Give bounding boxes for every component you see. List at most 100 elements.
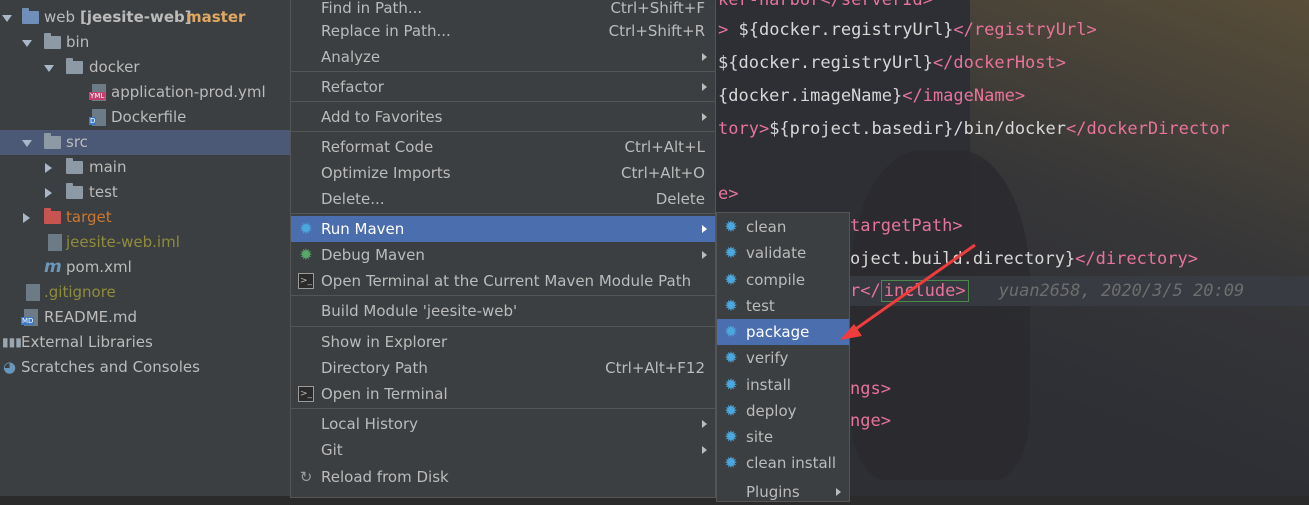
submenu-arrow-icon xyxy=(836,488,841,496)
tree-item-application-prod-yml[interactable]: YML application-prod.yml xyxy=(0,80,290,105)
project-tree: web [jeesite-web] master bin docker YML … xyxy=(0,0,290,496)
tree-item-label: test xyxy=(89,183,118,201)
tree-item-jeesite-web-iml[interactable]: jeesite-web.iml xyxy=(0,230,290,255)
tree-item-readme[interactable]: MD README.md xyxy=(0,305,290,330)
chevron-right-icon[interactable] xyxy=(45,188,52,198)
code-line: > ${docker.registryUrl}</registryUrl> xyxy=(718,20,1097,40)
menu-item-analyze[interactable]: Analyze xyxy=(291,44,715,70)
menu-item-open-terminal-maven[interactable]: >_ Open Terminal at the Current Maven Mo… xyxy=(291,268,715,294)
submenu-item-verify[interactable]: ✹ verify xyxy=(717,345,849,371)
menu-item-label: Open Terminal at the Current Maven Modul… xyxy=(321,272,692,290)
chevron-right-icon[interactable] xyxy=(45,163,52,173)
tree-item-pom-xml[interactable]: m pom.xml xyxy=(0,255,290,280)
submenu-item-install[interactable]: ✹ install xyxy=(717,372,849,398)
maven-goal-icon: ✹ xyxy=(724,296,738,315)
menu-item-show-in-explorer[interactable]: Show in Explorer xyxy=(291,329,715,355)
menu-item-label: Reload from Disk xyxy=(321,468,449,486)
tree-item-external-libraries[interactable]: ▮▮▮ External Libraries xyxy=(0,330,290,355)
tree-item-label: main xyxy=(89,158,127,176)
tree-item-label: .gitignore xyxy=(44,283,116,301)
submenu-item-test[interactable]: ✹ test xyxy=(717,293,849,319)
submenu-arrow-icon xyxy=(702,251,707,259)
tree-item-web[interactable]: web [jeesite-web] master xyxy=(0,5,290,30)
submenu-item-compile[interactable]: ✹ compile xyxy=(717,267,849,293)
submenu-item-package[interactable]: ✹ package xyxy=(717,319,849,345)
excluded-folder-icon xyxy=(44,208,61,224)
terminal-icon: >_ xyxy=(298,273,314,289)
tree-item-dockerfile[interactable]: D Dockerfile xyxy=(0,105,290,130)
submenu-item-label: clean install xyxy=(746,454,837,472)
tree-item-label: docker xyxy=(89,58,140,76)
iml-file-icon xyxy=(48,234,62,251)
maven-goal-icon: ✹ xyxy=(724,322,738,341)
tree-item-gitignore[interactable]: .gitignore xyxy=(0,280,290,305)
tree-item-bin[interactable]: bin xyxy=(0,30,290,55)
git-branch-label: master xyxy=(186,8,246,26)
menu-item-local-history[interactable]: Local History xyxy=(291,411,715,437)
submenu-item-label: package xyxy=(746,323,810,341)
submenu-item-site[interactable]: ✹ site xyxy=(717,424,849,450)
chevron-down-icon[interactable] xyxy=(22,140,32,147)
chevron-right-icon[interactable] xyxy=(23,213,30,223)
tree-item-scratches[interactable]: ◕ Scratches and Consoles xyxy=(0,355,290,380)
menu-item-add-to-favorites[interactable]: Add to Favorites xyxy=(291,104,715,130)
gitignore-file-icon xyxy=(26,284,40,301)
chevron-down-icon[interactable] xyxy=(2,15,12,22)
dockerfile-icon: D xyxy=(89,109,106,126)
tree-item-test[interactable]: test xyxy=(0,180,290,205)
submenu-item-deploy[interactable]: ✹ deploy xyxy=(717,398,849,424)
menu-separator xyxy=(291,213,715,214)
menu-item-refactor[interactable]: Refactor xyxy=(291,74,715,100)
menu-separator xyxy=(291,101,715,102)
tree-item-label: target xyxy=(66,208,112,226)
submenu-item-plugins[interactable]: Plugins xyxy=(717,479,849,505)
reload-icon: ↻ xyxy=(299,468,313,486)
folder-icon xyxy=(66,183,83,199)
menu-item-replace-in-path[interactable]: Replace in Path... Ctrl+Shift+R xyxy=(291,18,715,44)
scratches-icon: ◕ xyxy=(3,358,17,376)
tree-item-label: web xyxy=(44,8,76,26)
tree-item-main[interactable]: main xyxy=(0,155,290,180)
menu-item-shortcut: Ctrl+Alt+F12 xyxy=(605,359,705,377)
menu-item-label: Delete... xyxy=(321,190,385,208)
menu-item-reformat-code[interactable]: Reformat Code Ctrl+Alt+L xyxy=(291,134,715,160)
menu-item-build-module[interactable]: Build Module 'jeesite-web' xyxy=(291,298,715,324)
module-folder-icon xyxy=(22,8,39,24)
tree-item-docker[interactable]: docker xyxy=(0,55,290,80)
menu-item-shortcut: Ctrl+Shift+R xyxy=(608,22,705,40)
submenu-item-label: site xyxy=(746,428,774,446)
tree-item-target[interactable]: target xyxy=(0,205,290,230)
menu-item-git[interactable]: Git xyxy=(291,437,715,463)
menu-item-optimize-imports[interactable]: Optimize Imports Ctrl+Alt+O xyxy=(291,160,715,186)
menu-item-delete[interactable]: Delete... Delete xyxy=(291,186,715,212)
tree-item-src[interactable]: src xyxy=(0,130,290,155)
code-line: e> xyxy=(718,184,739,204)
submenu-arrow-icon xyxy=(702,83,707,91)
chevron-down-icon[interactable] xyxy=(44,65,54,72)
submenu-item-clean[interactable]: ✹ clean xyxy=(717,214,849,240)
menu-item-reload-from-disk[interactable]: ↻ Reload from Disk xyxy=(291,464,715,490)
tree-item-label: Dockerfile xyxy=(111,108,187,126)
maven-goal-icon: ✹ xyxy=(724,401,738,420)
maven-gear-icon: ✹ xyxy=(299,219,313,238)
menu-separator xyxy=(291,408,715,409)
yml-file-icon: YML xyxy=(89,84,106,101)
menu-item-open-in-terminal[interactable]: >_ Open in Terminal xyxy=(291,381,715,407)
chevron-down-icon[interactable] xyxy=(22,40,32,47)
submenu-item-label: test xyxy=(746,297,775,315)
menu-item-label: Reformat Code xyxy=(321,138,434,156)
menu-separator xyxy=(291,295,715,296)
menu-item-debug-maven[interactable]: ✹ Debug Maven xyxy=(291,242,715,268)
submenu-arrow-icon xyxy=(702,420,707,428)
menu-item-label: Optimize Imports xyxy=(321,164,451,182)
code-line: targetPath> xyxy=(850,216,963,236)
menu-item-directory-path[interactable]: Directory Path Ctrl+Alt+F12 xyxy=(291,355,715,381)
submenu-item-validate[interactable]: ✹ validate xyxy=(717,240,849,266)
terminal-icon: >_ xyxy=(298,386,314,402)
code-line: {docker.imageName}</imageName> xyxy=(718,86,1026,106)
menu-item-run-maven[interactable]: ✹ Run Maven xyxy=(291,216,715,242)
maven-goal-icon: ✹ xyxy=(724,217,738,236)
code-line: oject.build.directory}</directory> xyxy=(850,249,1198,269)
menu-separator xyxy=(291,326,715,327)
submenu-item-clean-install[interactable]: ✹ clean install xyxy=(717,450,849,476)
